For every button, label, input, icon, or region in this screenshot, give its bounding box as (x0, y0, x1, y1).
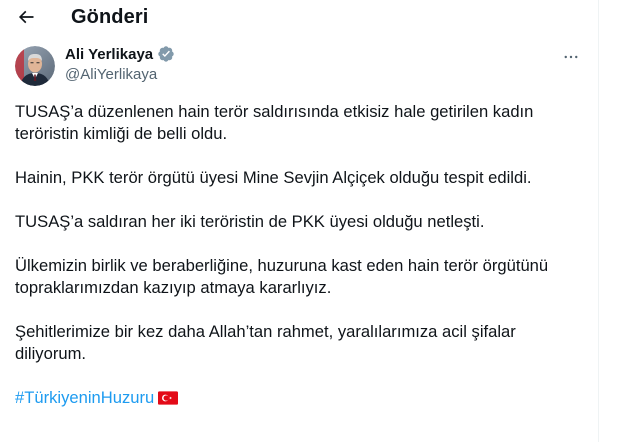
turkey-flag-icon (158, 391, 179, 405)
back-button[interactable] (10, 1, 42, 33)
more-options-button[interactable] (558, 44, 584, 70)
author-display-name[interactable]: Ali Yerlikaya (65, 46, 153, 63)
avatar[interactable] (15, 46, 55, 86)
arrow-left-icon (18, 10, 34, 24)
page-header: Gönderi (0, 0, 599, 36)
tweet-paragraph: TUSAŞ’a saldıran her iki teröristin de P… (15, 212, 485, 231)
tweet-paragraph: Şehitlerimize bir kez daha Allah’tan rah… (15, 322, 516, 363)
verified-badge-icon (157, 45, 175, 63)
tweet-paragraph: TUSAŞ’a düzenlenen hain terör saldırısın… (15, 102, 534, 143)
page-title: Gönderi (71, 6, 149, 28)
author-name-row: Ali Yerlikaya (65, 45, 175, 63)
tweet-paragraph: Hainin, PKK terör örgütü üyesi Mine Sevj… (15, 168, 532, 187)
hashtag-row: #TürkiyeninHuzuru (15, 387, 585, 409)
tweet-text: TUSAŞ’a düzenlenen hain terör saldırısın… (15, 101, 585, 409)
more-horizontal-icon (564, 55, 578, 59)
author-handle[interactable]: @AliYerlikaya (65, 66, 157, 83)
tweet-paragraph: Ülkemizin birlik ve beraberliğine, huzur… (15, 256, 549, 297)
avatar-photo (15, 46, 55, 86)
post-detail-panel: Gönderi Ali Yerlikaya @AliYerlikaya TUSA… (0, 0, 599, 442)
hashtag-link[interactable]: #TürkiyeninHuzuru (15, 387, 154, 409)
